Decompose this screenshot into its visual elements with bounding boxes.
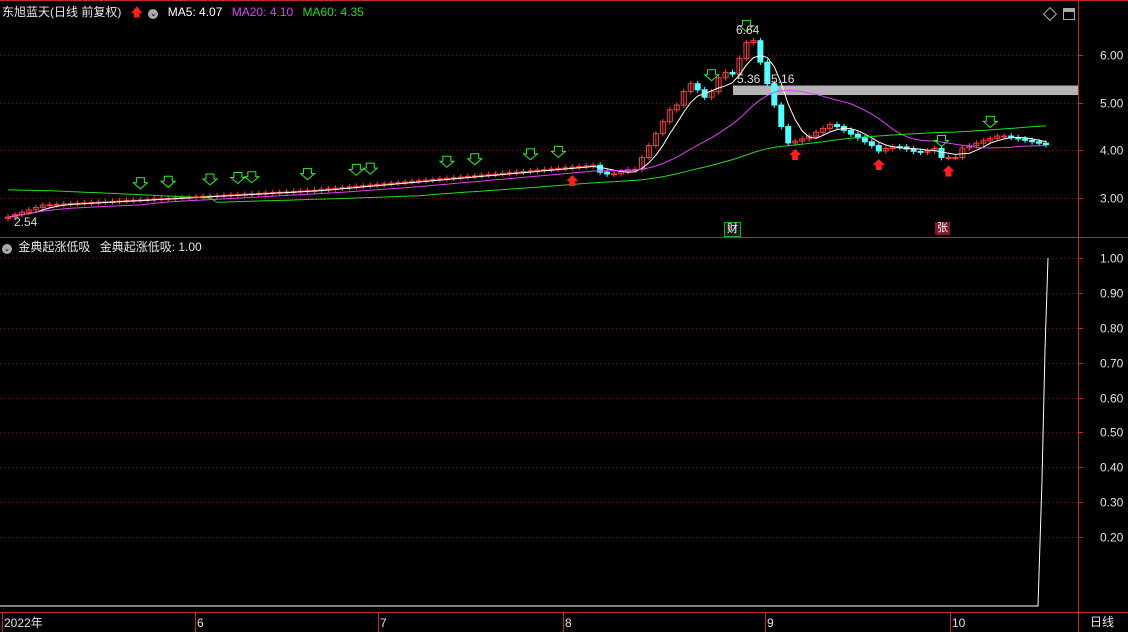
signal-down-arrow	[549, 145, 567, 159]
price-tick-label: 6.00	[1100, 49, 1124, 63]
candle-up	[952, 156, 959, 159]
candle-down	[785, 126, 792, 144]
candle-down	[757, 40, 764, 63]
indicator-tick-label: 0.20	[1100, 531, 1124, 545]
candle-down	[771, 83, 778, 106]
date-label: 2022年	[4, 616, 43, 630]
indicator-tick-label: 0.30	[1100, 496, 1124, 510]
candle-up	[945, 156, 952, 159]
ma20-label: MA20: 4.10	[231, 5, 294, 19]
indicator-tick-label: 0.60	[1100, 392, 1124, 406]
candle-down	[917, 150, 924, 153]
finance-event-tag[interactable]: 财	[724, 222, 741, 237]
indicator-settings-icon[interactable]: ⌄	[2, 244, 12, 254]
window-toggle-icon[interactable]	[1063, 8, 1075, 20]
candle-down	[834, 124, 841, 127]
candle-up	[1001, 135, 1008, 138]
candle-down	[1022, 138, 1029, 141]
date-axis: 2022年 6 7 8 9 10	[2, 612, 966, 632]
chart-canvas[interactable]: 6.00 5.00 4.00 3.00 1.00 0.90 0.80 0.70 0.60 0.5…	[0, 0, 1128, 632]
high-price-label: 6.64	[736, 23, 760, 37]
ma20-line	[7, 89, 1047, 218]
ma60-line	[7, 125, 1047, 203]
candle-down	[1036, 141, 1043, 144]
signal-down-arrow	[347, 163, 365, 176]
candle-down	[694, 83, 701, 91]
range-label: 5.36 - 5.16	[737, 72, 795, 86]
grid-lines	[0, 55, 1078, 538]
indicator-tick-label: 0.70	[1100, 357, 1124, 371]
date-label: 7	[380, 616, 387, 630]
indicator-tick-label: 0.40	[1100, 461, 1124, 475]
candle-down	[1029, 139, 1036, 143]
indicator-value: 金典起涨低吸: 1.00	[99, 240, 202, 254]
signal-down-arrow	[522, 148, 539, 161]
moving-averages	[7, 55, 1047, 218]
signal-up-arrow	[942, 165, 955, 177]
date-label: 6	[197, 616, 204, 630]
candle-up	[611, 173, 618, 176]
indicator-panel: 1.00 0.90 0.80 0.70 0.60 0.50 0.40 0.30 0.20	[0, 252, 1124, 607]
candlesticks	[5, 37, 1049, 222]
candle-down	[604, 171, 611, 175]
indicator-tick-label: 0.90	[1100, 287, 1124, 301]
signal-down-arrow	[438, 155, 456, 168]
indicator-tick-label: 0.80	[1100, 322, 1124, 336]
candle-down	[1043, 142, 1049, 146]
price-tick-label: 5.00	[1100, 97, 1124, 111]
indicator-name[interactable]: 金典起涨低吸	[18, 240, 90, 254]
candle-up	[46, 204, 53, 207]
signal-up-arrow	[872, 158, 885, 170]
candle-down	[861, 137, 868, 143]
candle-down	[778, 104, 785, 128]
signal-down-arrow	[159, 175, 177, 188]
candle-down	[910, 148, 917, 152]
limit-event-tag[interactable]: 张	[935, 222, 950, 235]
low-price-label: 2.54	[14, 215, 38, 229]
candle-down	[875, 145, 882, 152]
indicator-tick-label: 0.50	[1100, 426, 1124, 440]
signal-down-arrow	[299, 168, 316, 181]
chart-header: 东旭蓝天(日线 前复权) 🡅 ⌄ MA5: 4.07 MA20: 4.10 MA…	[2, 5, 370, 19]
candle-down	[847, 129, 854, 135]
price-axis: 6.00 5.00 4.00 3.00	[1078, 49, 1124, 206]
signal-down-arrow	[361, 162, 379, 175]
signal-down-arrow	[229, 171, 247, 185]
candle-down	[729, 71, 736, 75]
signal-down-arrow	[201, 173, 219, 186]
candle-down	[938, 147, 945, 158]
ma-settings-icon[interactable]: ⌄	[148, 9, 159, 19]
date-label: 9	[767, 616, 774, 630]
signal-down-arrow	[243, 171, 261, 184]
signal-down-arrow	[132, 177, 149, 190]
candle-up	[53, 203, 60, 206]
period-button[interactable]: 日线	[1090, 615, 1114, 629]
ma5-label: MA5: 4.07	[167, 5, 223, 19]
signal-arrows	[132, 20, 999, 190]
price-tick-label: 3.00	[1100, 192, 1124, 206]
signal-down-arrow	[466, 153, 484, 166]
candle-down	[868, 141, 875, 147]
indicator-header: ⌄ 金典起涨低吸 金典起涨低吸: 1.00	[2, 240, 208, 254]
trend-up-icon: 🡅	[130, 5, 144, 19]
signal-down-arrow	[981, 115, 999, 129]
signal-up-arrow	[789, 149, 802, 161]
indicator-tick-label: 1.00	[1100, 252, 1124, 266]
stock-title[interactable]: 东旭蓝天(日线 前复权)	[2, 5, 121, 19]
signal-down-arrow	[933, 134, 950, 148]
date-label: 8	[565, 616, 572, 630]
ma5-line	[7, 55, 1047, 218]
date-label: 10	[952, 616, 966, 630]
ma60-label: MA60: 4.35	[302, 5, 364, 19]
price-tick-label: 4.00	[1100, 144, 1124, 158]
